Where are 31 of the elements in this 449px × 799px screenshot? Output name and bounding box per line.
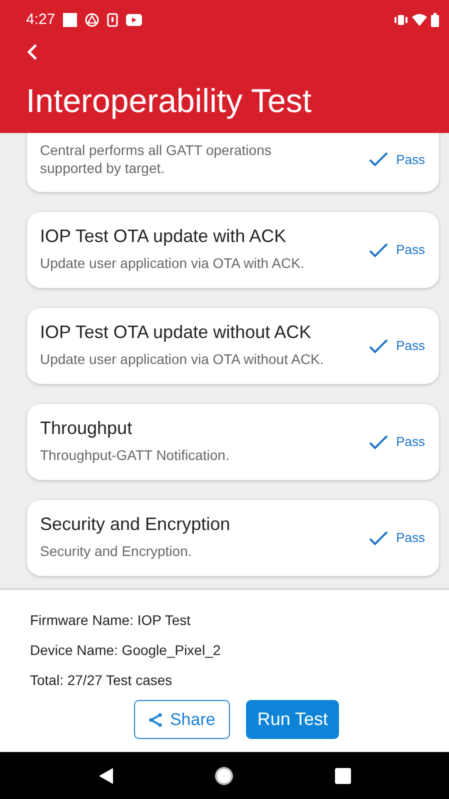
test-title: Throughput [40, 418, 134, 440]
recents-icon[interactable] [334, 768, 350, 784]
test-description: Update user application via OTA with ACK. [40, 254, 304, 272]
run-test-button[interactable]: Run Test [246, 700, 340, 739]
result-label: Pass [396, 150, 425, 169]
summary-line: Total: 27/27 Test cases [30, 671, 174, 690]
test-description: Update user application via OTA without ACK. [40, 350, 324, 368]
test-description: Security and Encryption. [40, 542, 193, 560]
back-icon[interactable] [98, 768, 112, 784]
wifi-icon [412, 14, 427, 26]
phone-icon [107, 13, 118, 27]
test-title: Security and Encryption [40, 514, 230, 536]
battery-icon [431, 13, 439, 27]
test-title: IOP Test OTA update with ACK [40, 226, 288, 248]
share-icon [148, 712, 162, 726]
page-title: Interoperability Test [26, 84, 313, 117]
result-label: Pass [396, 433, 425, 452]
result-label: Pass [396, 337, 425, 356]
result-label: Pass [396, 241, 425, 260]
test-title: IOP Test OTA update without ACK [40, 322, 312, 344]
test-description: Central performs all GATT operations supported by target. [40, 141, 272, 178]
vibrate-icon [394, 14, 408, 26]
summary-line: Firmware Name: IOP Test [30, 611, 192, 630]
video-icon [126, 14, 142, 26]
summary-line: Device Name: Google_Pixel_2 [30, 641, 222, 660]
notification-icon [63, 13, 78, 27]
test-description: Throughput-GATT Notification. [40, 446, 230, 464]
status-time: 4:27 [26, 10, 56, 30]
home-icon[interactable] [214, 766, 234, 786]
share-button[interactable]: Share [134, 700, 230, 739]
result-label: Pass [396, 529, 425, 548]
